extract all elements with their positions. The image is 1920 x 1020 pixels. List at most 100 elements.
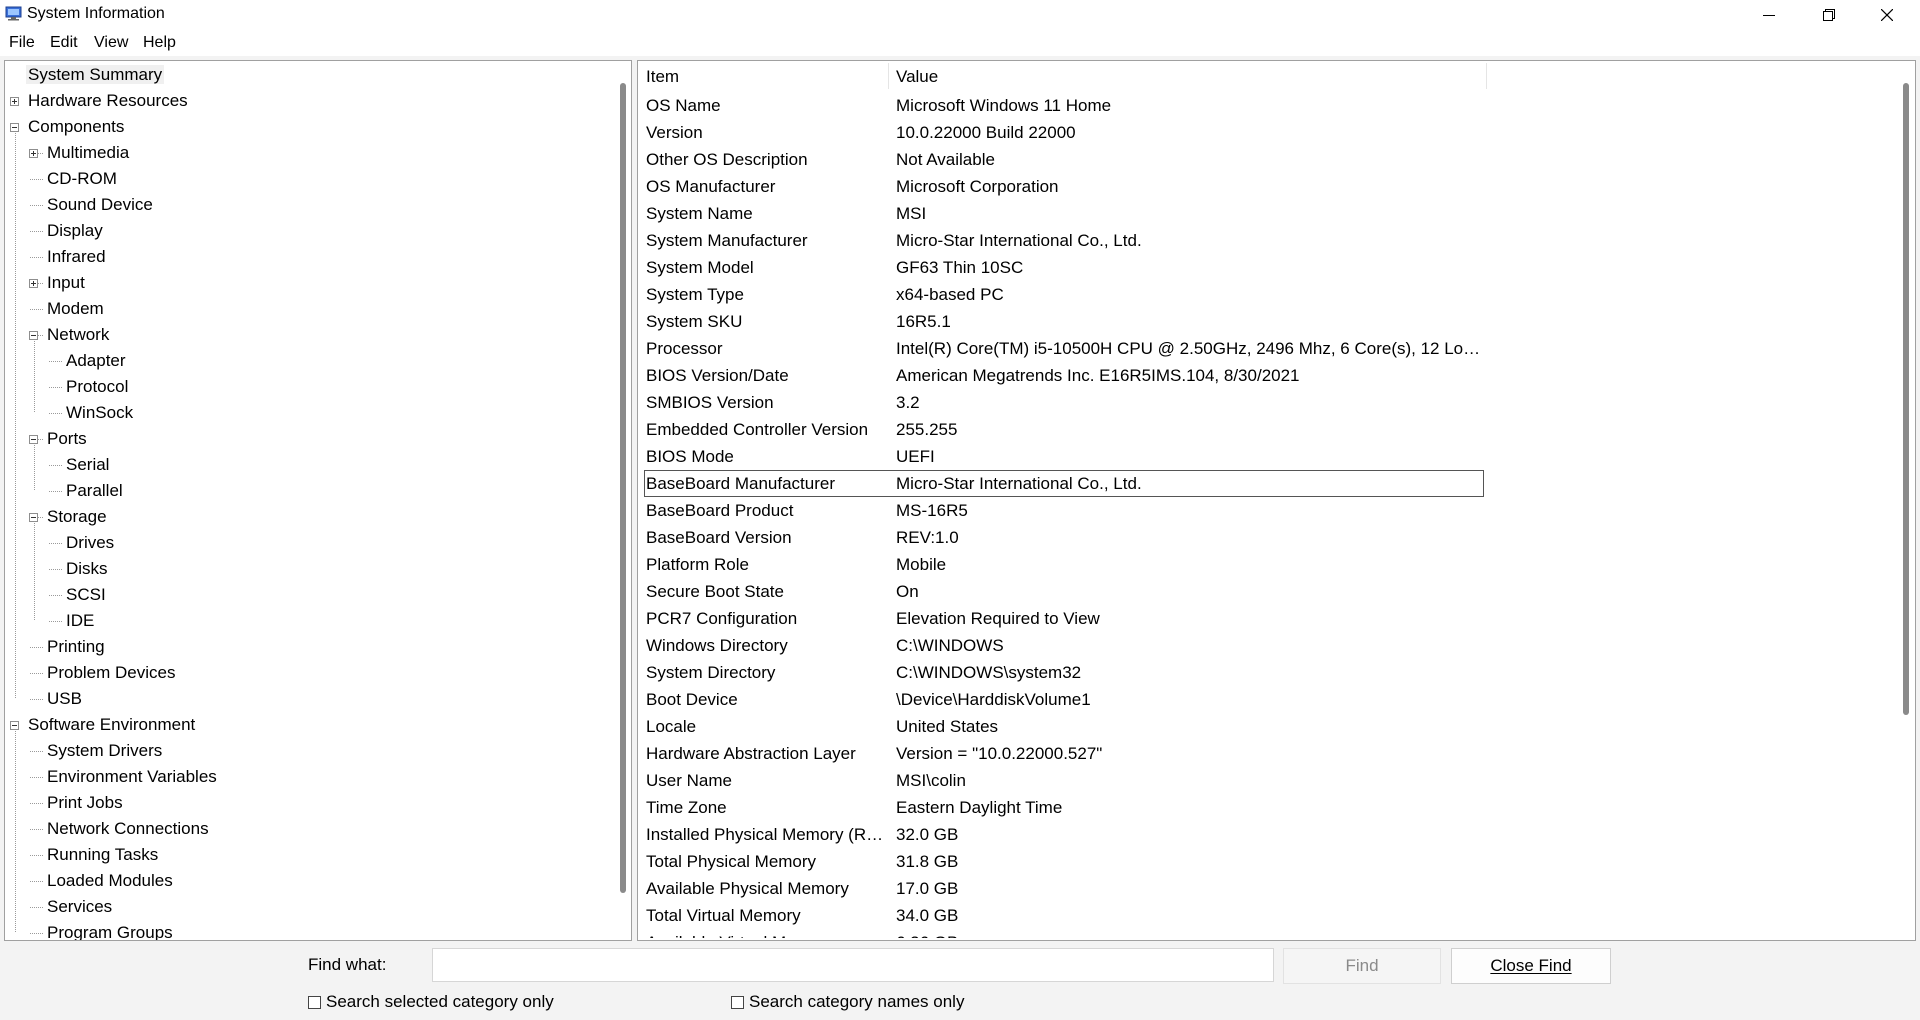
table-row[interactable]: Embedded Controller Version 255.255 bbox=[644, 416, 1484, 443]
table-row[interactable]: OS Manufacturer Microsoft Corporation bbox=[644, 173, 1484, 200]
tree-node[interactable]: SCSI bbox=[64, 584, 108, 606]
tree-node[interactable]: Serial bbox=[64, 454, 111, 476]
tree-node[interactable]: Components bbox=[26, 116, 126, 138]
table-row[interactable]: Hardware Abstraction Layer Version = "10.… bbox=[644, 740, 1484, 767]
table-row[interactable]: Platform Role Mobile bbox=[644, 551, 1484, 578]
column-divider[interactable] bbox=[888, 63, 889, 89]
close-find-button[interactable]: Close Find bbox=[1451, 948, 1611, 984]
tree-node[interactable]: IDE bbox=[64, 610, 96, 632]
minimize-button[interactable] bbox=[1746, 0, 1792, 30]
table-row[interactable]: System Type x64-based PC bbox=[644, 281, 1484, 308]
tree-node[interactable]: Parallel bbox=[64, 480, 125, 502]
tree-node[interactable]: Drives bbox=[64, 532, 116, 554]
tree-node[interactable]: Network bbox=[45, 324, 111, 346]
menu-view[interactable]: View bbox=[94, 34, 128, 52]
expand-icon[interactable] bbox=[29, 279, 38, 288]
tree-node[interactable]: Ports bbox=[45, 428, 89, 450]
tree-scrollbar[interactable] bbox=[617, 63, 629, 938]
table-row[interactable]: System Directory C:\WINDOWS\system32 bbox=[644, 659, 1484, 686]
tree-node[interactable]: Services bbox=[45, 896, 114, 918]
table-row[interactable]: Processor Intel(R) Core(TM) i5-10500H CPU… bbox=[644, 335, 1484, 362]
table-row[interactable]: SMBIOS Version 3.2 bbox=[644, 389, 1484, 416]
tree-node[interactable]: Running Tasks bbox=[45, 844, 160, 866]
tree-node[interactable]: Environment Variables bbox=[45, 766, 219, 788]
table-row[interactable]: Windows Directory C:\WINDOWS bbox=[644, 632, 1484, 659]
tree-node[interactable]: Hardware Resources bbox=[26, 90, 190, 112]
tree-node[interactable]: Print Jobs bbox=[45, 792, 125, 814]
tree-scrollbar-thumb[interactable] bbox=[620, 83, 626, 893]
details-scrollbar[interactable] bbox=[1900, 63, 1912, 938]
tree-node[interactable]: Printing bbox=[45, 636, 107, 658]
table-row[interactable]: System Manufacturer Micro-Star Internatio… bbox=[644, 227, 1484, 254]
table-row[interactable]: System Model GF63 Thin 10SC bbox=[644, 254, 1484, 281]
table-row[interactable]: BaseBoard Manufacturer Micro-Star Interna… bbox=[644, 470, 1484, 497]
cell-item: BIOS Mode bbox=[646, 447, 734, 466]
table-row[interactable]: BIOS Mode UEFI bbox=[644, 443, 1484, 470]
tree-node[interactable]: Adapter bbox=[64, 350, 128, 372]
table-row[interactable]: OS Name Microsoft Windows 11 Home bbox=[644, 92, 1484, 119]
table-row[interactable]: Total Virtual Memory 34.0 GB bbox=[644, 902, 1484, 929]
tree-node[interactable]: Software Environment bbox=[26, 714, 197, 736]
table-row[interactable]: Other OS Description Not Available bbox=[644, 146, 1484, 173]
checkbox-box[interactable] bbox=[731, 995, 744, 1009]
window-title: System Information bbox=[27, 5, 165, 22]
table-row[interactable]: Boot Device \Device\HarddiskVolume1 bbox=[644, 686, 1484, 713]
menu-edit[interactable]: Edit bbox=[50, 34, 78, 52]
tree-node[interactable]: Multimedia bbox=[45, 142, 131, 164]
menu-file[interactable]: File bbox=[9, 34, 35, 52]
tree-node-label: Network bbox=[47, 325, 110, 344]
find-button[interactable]: Find bbox=[1283, 948, 1441, 984]
collapse-icon[interactable] bbox=[29, 513, 38, 522]
table-row[interactable]: Version 10.0.22000 Build 22000 bbox=[644, 119, 1484, 146]
tree-node[interactable]: Sound Device bbox=[45, 194, 155, 216]
column-divider[interactable] bbox=[1486, 63, 1487, 89]
table-row[interactable]: Secure Boot State On bbox=[644, 578, 1484, 605]
table-row[interactable]: Available Physical Memory 17.0 GB bbox=[644, 875, 1484, 902]
table-row[interactable]: Locale United States bbox=[644, 713, 1484, 740]
collapse-icon[interactable] bbox=[10, 721, 19, 730]
search-selected-category-checkbox[interactable]: Search selected category only bbox=[308, 992, 554, 1012]
tree-node[interactable]: Problem Devices bbox=[45, 662, 178, 684]
table-row[interactable]: User Name MSI\colin bbox=[644, 767, 1484, 794]
tree-node[interactable]: Disks bbox=[64, 558, 110, 580]
table-row[interactable]: BIOS Version/Date American Megatrends Inc… bbox=[644, 362, 1484, 389]
table-row[interactable]: BaseBoard Product MS-16R5 bbox=[644, 497, 1484, 524]
find-what-input[interactable] bbox=[432, 948, 1274, 982]
table-row[interactable]: System Name MSI bbox=[644, 200, 1484, 227]
collapse-icon[interactable] bbox=[10, 123, 19, 132]
details-scrollbar-thumb[interactable] bbox=[1903, 83, 1909, 715]
table-row[interactable]: BaseBoard Version REV:1.0 bbox=[644, 524, 1484, 551]
column-header-value[interactable]: Value bbox=[896, 67, 938, 87]
tree-node[interactable]: Program Groups bbox=[45, 922, 175, 940]
collapse-icon[interactable] bbox=[29, 435, 38, 444]
table-row[interactable]: Available Virtual Memory 6.36 GB bbox=[644, 929, 1484, 938]
tree-node[interactable]: Infrared bbox=[45, 246, 108, 268]
tree-node[interactable]: USB bbox=[45, 688, 84, 710]
tree-node[interactable]: Protocol bbox=[64, 376, 130, 398]
tree-node[interactable]: Storage bbox=[45, 506, 109, 528]
table-row[interactable]: System SKU 16R5.1 bbox=[644, 308, 1484, 335]
tree-node[interactable]: Modem bbox=[45, 298, 106, 320]
tree-node[interactable]: System Summary bbox=[26, 64, 165, 86]
table-row[interactable]: Time Zone Eastern Daylight Time bbox=[644, 794, 1484, 821]
menu-help[interactable]: Help bbox=[143, 34, 176, 52]
tree-node[interactable]: Network Connections bbox=[45, 818, 211, 840]
checkbox-box[interactable] bbox=[308, 995, 321, 1009]
column-header-item[interactable]: Item bbox=[646, 67, 679, 87]
restore-button[interactable] bbox=[1806, 0, 1852, 30]
expand-icon[interactable] bbox=[29, 149, 38, 158]
tree-node[interactable]: Input bbox=[45, 272, 87, 294]
close-window-button[interactable] bbox=[1864, 0, 1910, 30]
collapse-icon[interactable] bbox=[29, 331, 38, 340]
tree-node[interactable]: CD-ROM bbox=[45, 168, 119, 190]
cell-value: C:\WINDOWS\system32 bbox=[896, 663, 1082, 682]
table-row[interactable]: Total Physical Memory 31.8 GB bbox=[644, 848, 1484, 875]
tree-node[interactable]: Loaded Modules bbox=[45, 870, 175, 892]
tree-node[interactable]: Display bbox=[45, 220, 105, 242]
search-category-names-checkbox[interactable]: Search category names only bbox=[731, 992, 964, 1012]
tree-node[interactable]: WinSock bbox=[64, 402, 135, 424]
tree-node[interactable]: System Drivers bbox=[45, 740, 164, 762]
table-row[interactable]: PCR7 Configuration Elevation Required to … bbox=[644, 605, 1484, 632]
table-row[interactable]: Installed Physical Memory (RA... 32.0 GB bbox=[644, 821, 1484, 848]
expand-icon[interactable] bbox=[10, 97, 19, 106]
